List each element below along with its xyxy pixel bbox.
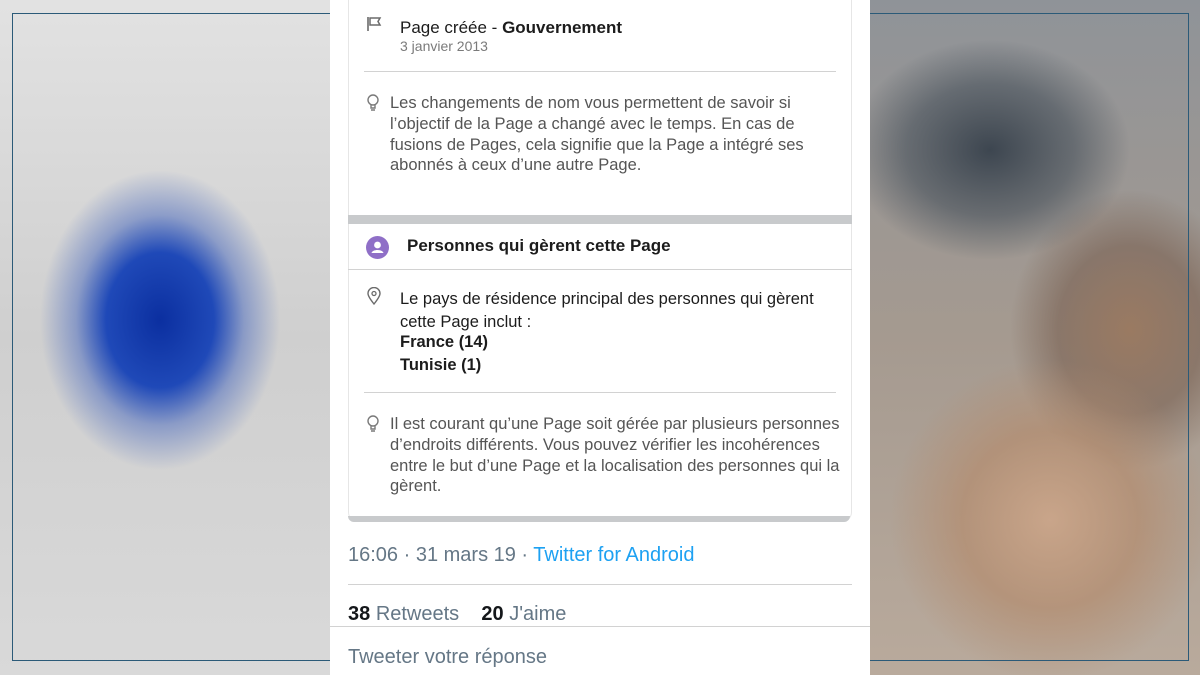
reply-input[interactable]: Tweeter votre réponse: [348, 646, 547, 669]
divider: [348, 584, 852, 585]
location-pin-icon: [367, 286, 381, 310]
likes-stat[interactable]: 20 J'aime: [481, 603, 566, 625]
country-france: France (14): [400, 333, 489, 351]
person-icon: [366, 236, 389, 259]
card-bottom-edge: [348, 516, 850, 522]
country-tunisia: Tunisie (1): [400, 356, 482, 374]
residence-text: Le pays de résidence principal des perso…: [400, 290, 814, 331]
tip-managers: Il est courant qu’une Page soit gérée pa…: [390, 415, 840, 496]
managers-heading: Personnes qui gèrent cette Page: [407, 236, 671, 255]
frame-line: [870, 13, 1188, 14]
lightbulb-icon: [366, 94, 380, 117]
frame-line: [12, 13, 13, 661]
divider: [330, 626, 870, 627]
divider: [364, 392, 836, 393]
frame-line: [12, 13, 330, 14]
divider: [348, 269, 852, 270]
flag-icon: [366, 16, 384, 37]
lightbulb-icon: [366, 415, 380, 438]
tweet-stats: 38 Retweets 20 J'aime: [348, 603, 566, 626]
divider: [364, 71, 836, 72]
history-entry-date: 3 janvier 2013: [400, 38, 488, 54]
tweet-timestamp: 16:06 · 31 mars 19 · Twitter for Android: [348, 544, 695, 566]
blurred-background-left: [0, 0, 330, 675]
frame-line: [1188, 13, 1189, 661]
blurred-background-right: [870, 0, 1200, 675]
frame-line: [12, 660, 330, 661]
tip-name-change: Les changements de nom vous permettent d…: [390, 94, 804, 175]
section-separator: [348, 215, 852, 224]
retweets-stat[interactable]: 38 Retweets: [348, 603, 459, 625]
history-entry-title: Page créée - Gouvernement: [400, 18, 623, 37]
frame-line: [870, 660, 1188, 661]
tweet-screenshot: Page créée - Gouvernement 3 janvier 2013…: [330, 0, 870, 675]
tweet-source-link[interactable]: Twitter for Android: [533, 544, 694, 566]
